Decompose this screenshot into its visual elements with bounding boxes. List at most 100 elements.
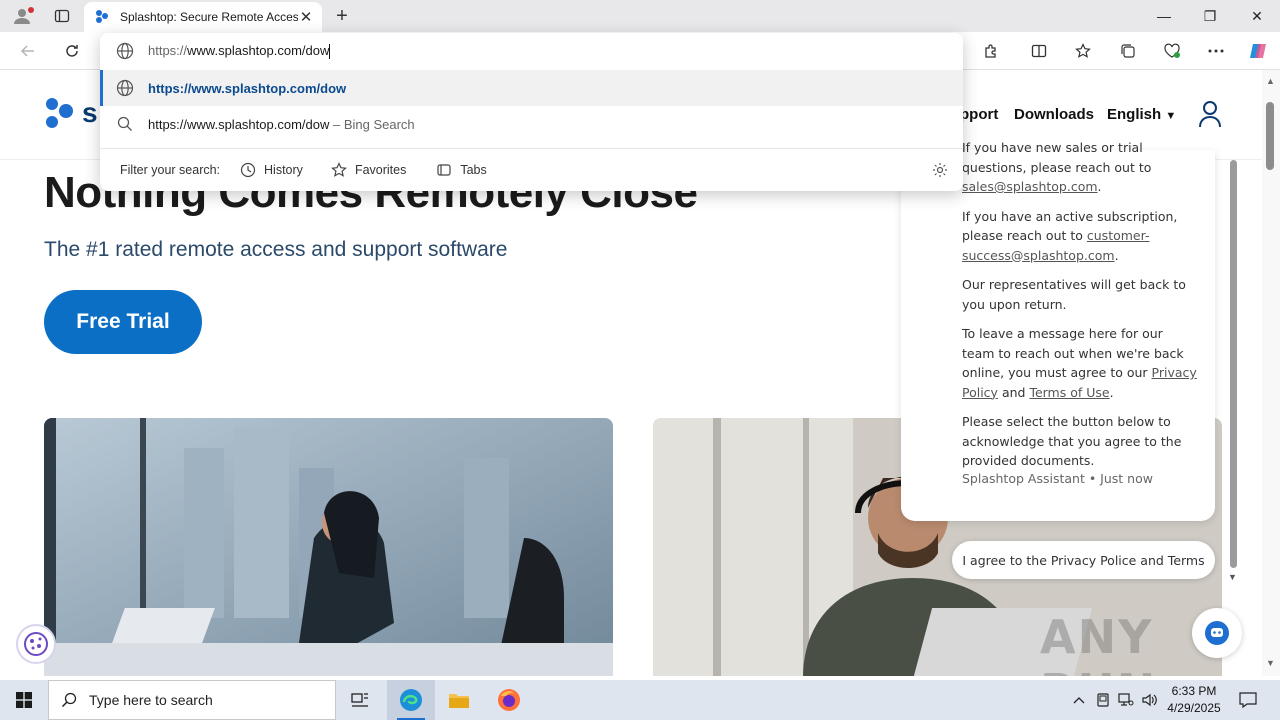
chat-message-subscription: If you have an active subscription, plea…	[962, 208, 1178, 263]
split-screen-button[interactable]	[1025, 37, 1053, 65]
text-caret	[329, 44, 331, 60]
copilot-button[interactable]	[1244, 37, 1272, 65]
search-filter-row: Filter your search: History Favorites Ta…	[100, 148, 963, 191]
collections-icon	[1121, 44, 1135, 58]
nav-downloads[interactable]: Downloads	[1014, 106, 1094, 123]
windows-logo-icon	[16, 692, 32, 708]
scroll-up-arrow-icon[interactable]: ▲	[1266, 76, 1275, 86]
address-bar-input[interactable]: https://www.splashtop.com/dow	[100, 33, 963, 69]
filter-history[interactable]: History	[240, 162, 303, 178]
account-icon[interactable]	[1198, 100, 1222, 128]
folder-icon	[449, 694, 469, 708]
filter-tabs[interactable]: Tabs	[436, 162, 487, 178]
splashtop-favicon-icon	[96, 10, 108, 23]
taskbar-clock[interactable]: 6:33 PM 4/29/2025	[1158, 683, 1230, 717]
split-screen-icon	[1031, 44, 1047, 58]
history-icon	[240, 162, 256, 178]
chat-message-return: Our representatives will get back to you…	[962, 277, 1186, 312]
suggestion-search-text: https://www.splashtop.com/dow – Bing Sea…	[148, 116, 415, 132]
cookie-settings-button[interactable]	[16, 624, 56, 664]
more-dots-icon	[1208, 49, 1224, 53]
extensions-button[interactable]	[977, 37, 1005, 65]
active-tab[interactable]: Splashtop: Secure Remote Access ✕	[84, 2, 322, 32]
refresh-button[interactable]	[58, 37, 86, 65]
show-hidden-icons-button[interactable]	[1070, 680, 1088, 720]
chat-message-sales: If you have new sales or trial questions…	[962, 140, 1152, 194]
favorites-button[interactable]	[1069, 37, 1097, 65]
agree-privacy-button[interactable]: I agree to the Privacy Police and Terms	[952, 541, 1215, 579]
scroll-down-icon[interactable]: ▼	[1266, 658, 1275, 668]
notification-dot	[28, 7, 34, 13]
tab-actions-button[interactable]	[48, 4, 76, 28]
terms-of-use-link[interactable]: Terms of Use	[1029, 385, 1109, 400]
tab-close-icon[interactable]: ✕	[298, 9, 314, 26]
copilot-icon	[1250, 44, 1266, 58]
collections-button[interactable]	[1114, 37, 1142, 65]
restore-button[interactable]: ❐	[1187, 0, 1233, 32]
browser-tab-bar: Splashtop: Secure Remote Access ✕ + — ❐ …	[0, 0, 1280, 32]
filter-favorites[interactable]: Favorites	[331, 162, 406, 178]
chat-message-agree: To leave a message here for our team to …	[962, 326, 1197, 400]
suggestion-search[interactable]: https://www.splashtop.com/dow – Bing Sea…	[100, 106, 963, 142]
search-icon	[61, 692, 77, 708]
taskbar-search-box[interactable]: Type here to search	[48, 680, 336, 720]
profile-button[interactable]	[8, 4, 36, 28]
puzzle-icon	[985, 44, 996, 58]
clock-date: 4/29/2025	[1167, 701, 1221, 715]
back-arrow-icon	[20, 45, 34, 57]
search-icon	[117, 116, 132, 131]
chat-launcher-button[interactable]	[1192, 608, 1242, 658]
settings-more-button[interactable]	[1202, 37, 1230, 65]
notifications-button[interactable]	[1236, 680, 1260, 720]
taskbar-search-placeholder: Type here to search	[89, 692, 213, 708]
close-window-button[interactable]: ✕	[1234, 0, 1280, 32]
tray-volume[interactable]	[1141, 680, 1159, 720]
page-scrollbar[interactable]: ▲ ▼	[1262, 70, 1280, 676]
chevron-up-icon	[1073, 697, 1085, 704]
nav-support[interactable]: pport	[960, 106, 998, 123]
taskbar-file-explorer[interactable]	[435, 680, 483, 720]
task-view-button[interactable]	[336, 680, 384, 720]
taskbar-edge[interactable]	[387, 680, 435, 720]
heart-pulse-icon	[1164, 43, 1180, 58]
splashtop-logo-icon	[46, 98, 73, 128]
tab-actions-icon	[54, 9, 70, 23]
globe-icon	[116, 79, 134, 97]
scroll-down-arrow-icon[interactable]: ▼	[1228, 572, 1237, 582]
chat-panel: If you have new sales or trial questions…	[901, 140, 1215, 521]
sales-email-link[interactable]: sales@splashtop.com	[962, 179, 1098, 194]
address-text: https://www.splashtop.com/dow	[148, 42, 331, 60]
firefox-icon	[498, 689, 520, 711]
taskbar-firefox[interactable]	[485, 680, 533, 720]
star-icon	[1075, 43, 1091, 58]
chat-meta: Splashtop Assistant • Just now	[962, 470, 1153, 486]
task-view-icon	[351, 693, 368, 707]
browser-essentials-button[interactable]	[1158, 37, 1186, 65]
chat-scrollbar-thumb[interactable]	[1230, 160, 1237, 568]
volume-icon	[1142, 693, 1157, 707]
hero-subtitle: The #1 rated remote access and support s…	[44, 238, 508, 261]
free-trial-button[interactable]: Free Trial	[44, 290, 202, 354]
refresh-icon	[66, 45, 78, 57]
chat-scrollbar[interactable]: ▼	[1228, 160, 1240, 588]
page-scrollbar-thumb[interactable]	[1266, 102, 1274, 170]
gear-icon[interactable]	[932, 162, 948, 178]
network-icon	[1118, 693, 1134, 706]
hero-image-woman-office	[44, 418, 613, 676]
back-button[interactable]	[14, 37, 42, 65]
chat-bot-icon	[1205, 621, 1229, 645]
new-tab-button[interactable]: +	[330, 4, 354, 28]
nav-language[interactable]: English ▼	[1107, 106, 1176, 123]
tray-device[interactable]	[1094, 680, 1112, 720]
tab-title: Splashtop: Secure Remote Access	[120, 10, 298, 24]
tabs-icon	[437, 164, 451, 176]
language-label: English	[1107, 106, 1162, 123]
start-button[interactable]	[0, 680, 48, 720]
minimize-button[interactable]: —	[1141, 0, 1187, 32]
device-icon	[1097, 693, 1109, 707]
tray-network[interactable]	[1117, 680, 1135, 720]
edge-icon	[400, 689, 422, 711]
splashtop-logo[interactable]: s	[44, 96, 98, 130]
address-bar-dropdown: https://www.splashtop.com/dow https://ww…	[100, 33, 963, 191]
suggestion-url[interactable]: https://www.splashtop.com/dow	[100, 70, 963, 106]
